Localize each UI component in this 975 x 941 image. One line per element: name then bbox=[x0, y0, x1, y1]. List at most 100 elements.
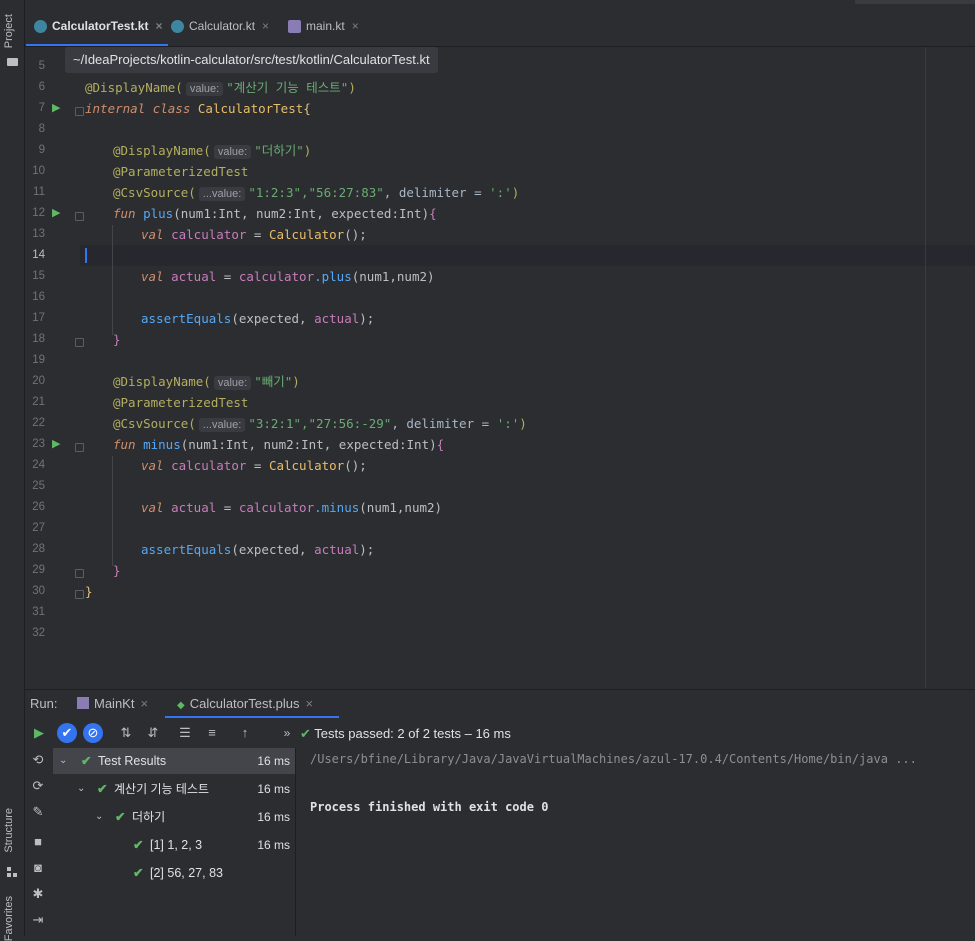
collapse-all-icon[interactable]: ≡ bbox=[202, 723, 222, 743]
variable: calculator bbox=[171, 458, 247, 473]
arguments: (num1,num2) bbox=[359, 500, 443, 515]
operator: = bbox=[246, 227, 269, 242]
brace: { bbox=[303, 101, 311, 116]
run-test-method-icon[interactable]: ▶ bbox=[52, 207, 64, 219]
chevron-down-icon[interactable]: ⌄ bbox=[59, 748, 67, 774]
code-line-20: @DisplayName(value: "빼기") bbox=[113, 371, 300, 392]
string-literal: "빼기" bbox=[254, 374, 293, 389]
code-editor[interactable]: 5 6 7 8 9 10 11 12 13 14 15 16 17 18 19 … bbox=[25, 47, 975, 688]
line-number: 9 bbox=[38, 144, 45, 156]
tree-node-root[interactable]: ⌄ ✔ Test Results 16 ms bbox=[53, 748, 295, 774]
brace: { bbox=[436, 437, 445, 452]
sort-alpha-icon[interactable]: ⇅ bbox=[116, 723, 136, 743]
run-test-class-icon[interactable]: ▶ bbox=[52, 102, 64, 114]
chevron-down-icon[interactable]: ⌄ bbox=[95, 804, 103, 830]
test-results-tree[interactable]: ⌄ ✔ Test Results 16 ms ⌄ ✔ 계산기 기능 테스트 16… bbox=[53, 748, 296, 936]
tab-main[interactable]: main.kt × bbox=[288, 12, 359, 40]
toggle-auto-test-icon[interactable]: ⟳ bbox=[28, 776, 48, 796]
tab-label: CalculatorTest.kt bbox=[52, 19, 149, 33]
fold-marker-icon[interactable] bbox=[75, 212, 84, 221]
fold-marker-icon[interactable] bbox=[75, 443, 84, 452]
run-tool-window: Run: MainKt × ◆ CalculatorTest.plus × ▶ ✔ ⊘… bbox=[25, 689, 975, 937]
fold-marker-icon[interactable] bbox=[75, 590, 84, 599]
line-number: 26 bbox=[32, 501, 45, 513]
annotation: @DisplayName( bbox=[113, 143, 211, 158]
close-icon[interactable]: × bbox=[306, 696, 314, 711]
tree-node-class[interactable]: ⌄ ✔ 계산기 기능 테스트 16 ms bbox=[53, 776, 295, 802]
folder-icon[interactable] bbox=[7, 58, 18, 66]
project-tool-label[interactable]: Project bbox=[3, 14, 15, 48]
tab-calculatortest-plus[interactable]: ◆ CalculatorTest.plus × bbox=[177, 696, 313, 711]
close-icon[interactable]: × bbox=[262, 19, 269, 33]
check-icon: ✔ bbox=[115, 810, 126, 824]
duration: 16 ms bbox=[257, 782, 290, 796]
console-command-line: /Users/bfine/Library/Java/JavaVirtualMac… bbox=[310, 752, 917, 766]
close-icon[interactable]: × bbox=[140, 696, 148, 711]
line-number: 12 bbox=[32, 207, 45, 219]
show-passed-toggle-icon[interactable]: ✔ bbox=[57, 723, 77, 743]
expand-all-icon[interactable]: ☰ bbox=[175, 723, 195, 743]
run-test-method-icon[interactable]: ▶ bbox=[52, 438, 64, 450]
kotlin-main-file-icon bbox=[288, 19, 301, 33]
paren: ) bbox=[519, 416, 527, 431]
tab-mainkt[interactable]: MainKt × bbox=[77, 696, 148, 711]
rerun-failed-icon[interactable]: ⟲ bbox=[28, 750, 48, 770]
annotation: @ParameterizedTest bbox=[113, 164, 249, 179]
code-line-21: @ParameterizedTest bbox=[113, 392, 248, 413]
function-call: assertEquals bbox=[141, 311, 232, 326]
test-status: ✔ Tests passed: 2 of 2 tests – 16 ms bbox=[300, 726, 511, 742]
debug-icon[interactable]: ✱ bbox=[28, 884, 48, 904]
variable: calculator bbox=[238, 500, 315, 515]
rerun-icon[interactable]: ▶ bbox=[29, 723, 49, 743]
param-hint: ...value: bbox=[198, 418, 246, 432]
fold-marker-icon[interactable] bbox=[75, 107, 84, 116]
show-ignored-toggle-icon[interactable]: ⊘ bbox=[83, 723, 103, 743]
operator: = bbox=[216, 500, 239, 515]
keyword: fun bbox=[113, 206, 136, 221]
console-output[interactable]: /Users/bfine/Library/Java/JavaVirtualMac… bbox=[310, 748, 970, 936]
structure-icon[interactable] bbox=[7, 864, 17, 877]
fold-marker-icon[interactable] bbox=[75, 569, 84, 578]
string-literal: "더하기" bbox=[254, 143, 304, 158]
close-icon[interactable]: × bbox=[155, 19, 162, 33]
code-line-11: @CsvSource(...value: "1:2:3","56:27:83", … bbox=[113, 182, 519, 203]
fold-marker-icon[interactable] bbox=[75, 338, 84, 347]
line-number: 17 bbox=[32, 312, 45, 324]
signature: (num1:Int, num2:Int, expected:Int) bbox=[180, 437, 437, 452]
tab-calculatortest[interactable]: CalculatorTest.kt × bbox=[25, 12, 169, 46]
line-number: 5 bbox=[38, 60, 45, 72]
chevron-down-icon[interactable]: ⌄ bbox=[77, 776, 85, 802]
code-line-29: } bbox=[113, 560, 121, 581]
close-icon[interactable]: × bbox=[352, 19, 359, 33]
wrench-icon[interactable]: ✎ bbox=[28, 802, 48, 822]
line-number: 21 bbox=[32, 396, 45, 408]
brace: { bbox=[429, 206, 437, 221]
indent-guide bbox=[112, 225, 113, 335]
test-toolbar: ▶ ✔ ⊘ ⇅ ⇵ ☰ ≡ ↑ » ✔ Tests passed: 2 of 2… bbox=[25, 720, 975, 746]
arguments: (expected, bbox=[231, 542, 315, 557]
variable: actual bbox=[171, 269, 217, 284]
variable: calculator bbox=[238, 269, 315, 284]
tree-node-case[interactable]: ✔ [1] 1, 2, 3 16 ms bbox=[53, 832, 295, 858]
export-icon[interactable]: ⇥ bbox=[28, 910, 48, 930]
more-actions-icon[interactable]: » bbox=[277, 723, 297, 743]
keyword: val bbox=[141, 458, 164, 473]
favorites-tool-label[interactable]: Favorites bbox=[3, 896, 15, 941]
sort-duration-icon[interactable]: ⇵ bbox=[143, 723, 163, 743]
check-icon: ✔ bbox=[133, 838, 144, 852]
function-name: plus bbox=[143, 206, 174, 221]
arguments: (expected, bbox=[231, 311, 315, 326]
tab-calculator[interactable]: Calculator.kt × bbox=[171, 12, 269, 40]
stop-icon[interactable]: ■ bbox=[28, 832, 48, 852]
arguments: (num1,num2) bbox=[351, 269, 435, 284]
line-number: 18 bbox=[32, 333, 45, 345]
code-area[interactable]: @DisplayName(value: "계산기 기능 테스트") interna… bbox=[85, 47, 975, 688]
check-icon: ✔ bbox=[81, 754, 92, 768]
camera-icon[interactable]: ◙ bbox=[28, 858, 48, 878]
tree-node-method[interactable]: ⌄ ✔ 더하기 16 ms bbox=[53, 804, 295, 830]
structure-tool-label[interactable]: Structure bbox=[3, 808, 15, 853]
variable: actual bbox=[171, 500, 217, 515]
tree-node-case[interactable]: ✔ [2] 56, 27, 83 bbox=[53, 860, 295, 886]
code-line-13: val calculator = Calculator(); bbox=[141, 224, 367, 245]
previous-failed-icon[interactable]: ↑ bbox=[235, 723, 255, 743]
